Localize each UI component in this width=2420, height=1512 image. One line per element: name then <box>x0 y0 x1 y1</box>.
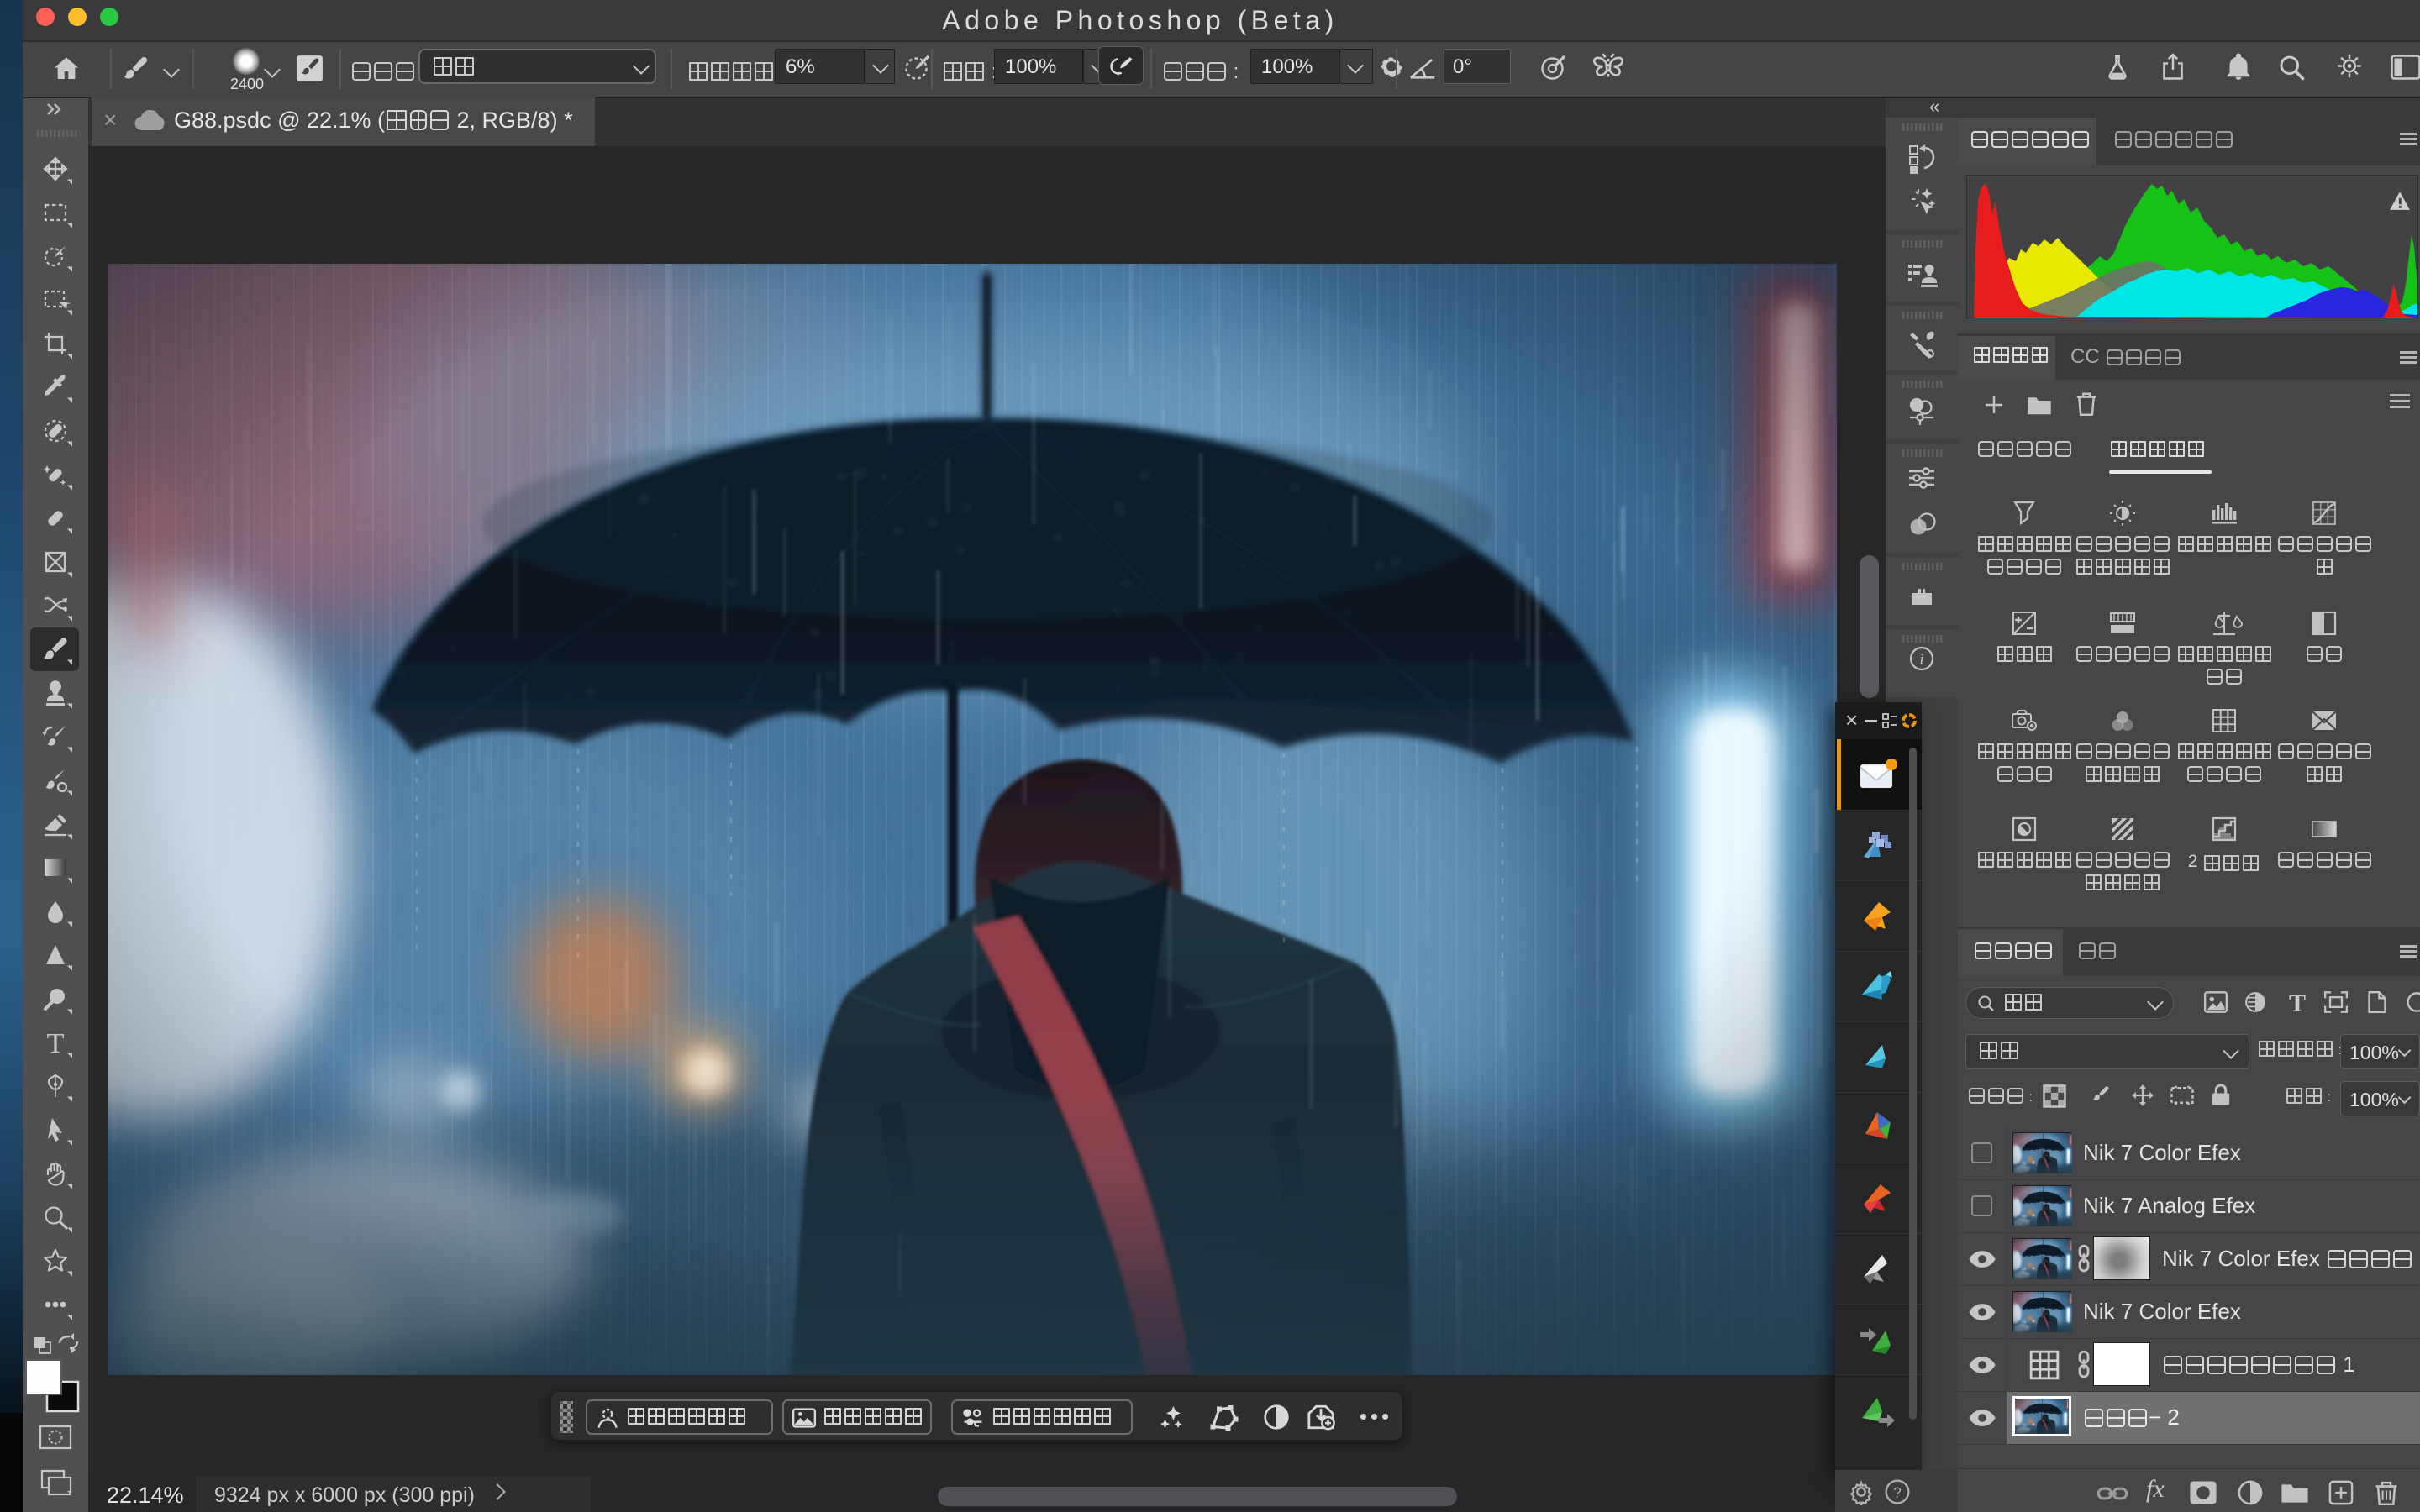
svg-text:i: i <box>1919 651 1923 669</box>
svg-text:T: T <box>47 1028 65 1059</box>
svg-text:?: ? <box>1893 1484 1902 1501</box>
